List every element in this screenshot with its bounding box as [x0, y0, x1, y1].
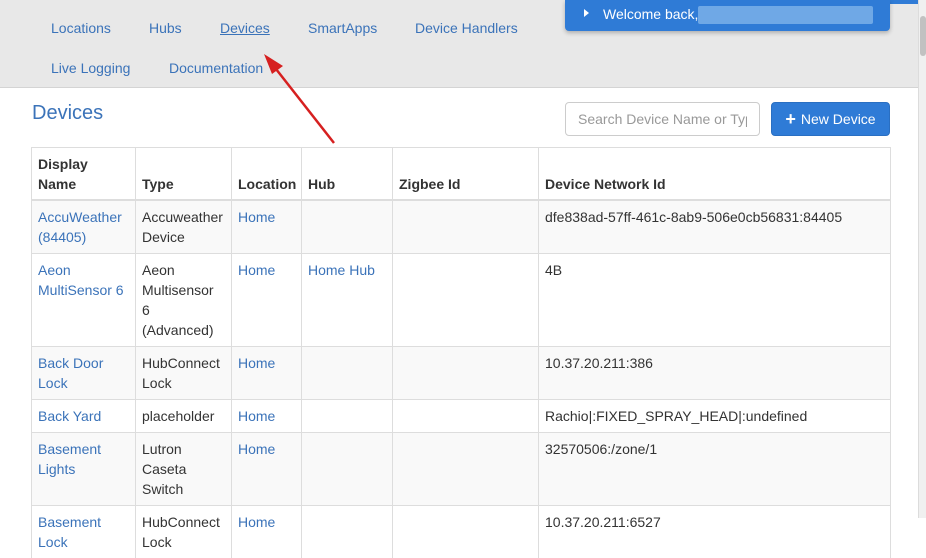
device-name-link[interactable]: Basement Lights [38, 441, 101, 477]
nav-live-logging[interactable]: Live Logging [51, 59, 130, 77]
new-device-label: New Device [801, 111, 876, 127]
device-network-id: 10.37.20.211:6527 [539, 506, 891, 558]
device-network-id: 32570506:/zone/1 [539, 433, 891, 506]
device-name-link[interactable]: AccuWeather (84405) [38, 209, 122, 245]
device-type: placeholder [136, 400, 232, 433]
header-type[interactable]: Type [136, 148, 232, 201]
device-name-link[interactable]: Back Door Lock [38, 355, 103, 391]
header-display-name[interactable]: Display Name [32, 148, 136, 201]
device-location-link[interactable]: Home [238, 408, 275, 424]
table-row: Basement Lock HubConnect Lock Home 10.37… [32, 506, 891, 558]
device-name-link[interactable]: Back Yard [38, 408, 101, 424]
device-zigbee-id [393, 254, 539, 347]
device-zigbee-id [393, 400, 539, 433]
device-location-link[interactable]: Home [238, 262, 275, 278]
device-type: HubConnect Lock [136, 506, 232, 558]
table-row: Basement Lights Lutron Caseta Switch Hom… [32, 433, 891, 506]
device-location-link[interactable]: Home [238, 514, 275, 530]
device-network-id: Rachio|:FIXED_SPRAY_HEAD|:undefined [539, 400, 891, 433]
device-zigbee-id [393, 200, 539, 254]
nav-devices[interactable]: Devices [220, 19, 270, 37]
nav-locations[interactable]: Locations [51, 19, 111, 37]
search-input[interactable] [565, 102, 760, 136]
table-row: Back Yard placeholder Home Rachio|:FIXED… [32, 400, 891, 433]
device-type: Lutron Caseta Switch [136, 433, 232, 506]
device-zigbee-id [393, 433, 539, 506]
welcome-dropdown[interactable]: Welcome back, [565, 0, 890, 31]
new-device-button[interactable]: + New Device [771, 102, 890, 136]
device-location-link[interactable]: Home [238, 355, 275, 371]
device-zigbee-id [393, 506, 539, 558]
nav-smartapps[interactable]: SmartApps [308, 19, 377, 37]
device-location-link[interactable]: Home [238, 441, 275, 457]
redacted-username [698, 6, 873, 24]
page-title: Devices [32, 102, 103, 125]
device-type: HubConnect Lock [136, 347, 232, 400]
device-location-link[interactable]: Home [238, 209, 275, 225]
devices-table: Display Name Type Location Hub Zigbee Id… [31, 147, 891, 558]
caret-right-icon [584, 9, 589, 17]
table-row: Back Door Lock HubConnect Lock Home 10.3… [32, 347, 891, 400]
device-type: Accuweather Device [136, 200, 232, 254]
nav-documentation[interactable]: Documentation [169, 59, 263, 77]
header-device-network-id[interactable]: Device Network Id [539, 148, 891, 201]
device-network-id: 4B [539, 254, 891, 347]
nav-device-handlers[interactable]: Device Handlers [415, 19, 518, 37]
device-network-id: 10.37.20.211:386 [539, 347, 891, 400]
welcome-text: Welcome back, [603, 6, 698, 22]
device-zigbee-id [393, 347, 539, 400]
nav-hubs[interactable]: Hubs [149, 19, 182, 37]
scrollbar-thumb[interactable] [920, 16, 926, 56]
page-scrollbar[interactable] [918, 0, 926, 518]
header-hub[interactable]: Hub [302, 148, 393, 201]
table-header-row: Display Name Type Location Hub Zigbee Id… [32, 148, 891, 201]
header-location[interactable]: Location [232, 148, 302, 201]
device-hub-link[interactable]: Home Hub [308, 262, 375, 278]
header-zigbee-id[interactable]: Zigbee Id [393, 148, 539, 201]
device-name-link[interactable]: Aeon MultiSensor 6 [38, 262, 124, 298]
device-type: Aeon Multisensor 6 (Advanced) [136, 254, 232, 347]
table-row: AccuWeather (84405) Accuweather Device H… [32, 200, 891, 254]
device-network-id: dfe838ad-57ff-461c-8ab9-506e0cb56831:844… [539, 200, 891, 254]
device-name-link[interactable]: Basement Lock [38, 514, 101, 550]
plus-icon: + [785, 112, 796, 126]
table-row: Aeon MultiSensor 6 Aeon Multisensor 6 (A… [32, 254, 891, 347]
